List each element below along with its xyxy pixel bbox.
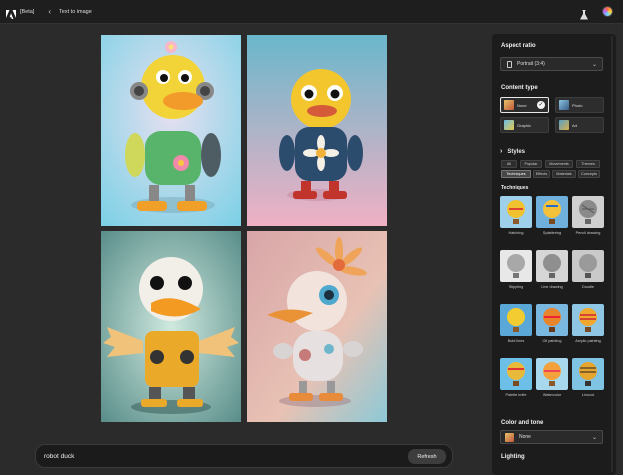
content-type-label: Photo — [572, 102, 583, 108]
generated-image-2[interactable] — [247, 35, 387, 226]
technique-thumbnail — [536, 196, 568, 228]
technique-palette-knife[interactable]: Palette knife — [500, 358, 532, 397]
style-chip-concepts[interactable]: Concepts — [578, 170, 600, 178]
technique-label: Pencil drawing — [575, 231, 601, 235]
panel-scrollbar[interactable] — [611, 36, 613, 472]
check-icon: ✓ — [537, 101, 545, 109]
technique-thumbnail — [572, 250, 604, 282]
technique-label: Oil painting — [542, 339, 562, 343]
technique-thumbnail — [500, 250, 532, 282]
art-thumbnail — [559, 120, 569, 130]
aspect-ratio-title: Aspect ratio — [501, 43, 536, 49]
technique-thumbnail — [500, 196, 532, 228]
back-icon[interactable]: ‹ — [48, 7, 51, 16]
technique-label: Watercolor — [542, 393, 562, 397]
techniques-title: Techniques — [501, 185, 529, 191]
content-type-label: None — [517, 102, 527, 108]
content-type-label: Graphic — [517, 122, 532, 128]
technique-thumbnail — [536, 250, 568, 282]
technique-linocut[interactable]: Linocut — [572, 358, 604, 397]
aspect-ratio-select[interactable]: Portrait (3:4) ⌄ — [500, 57, 603, 71]
content-type-label: Art — [572, 122, 578, 128]
technique-doodle[interactable]: Doodle — [572, 250, 604, 289]
technique-pencil-drawing[interactable]: Pencil drawing — [572, 196, 604, 235]
flask-icon[interactable] — [580, 7, 588, 19]
technique-thumbnail — [500, 358, 532, 390]
style-chip-themes[interactable]: Themes — [576, 160, 600, 168]
refresh-button[interactable]: Refresh — [408, 449, 446, 464]
prompt-input[interactable] — [44, 452, 384, 460]
styles-title: Styles — [507, 148, 526, 155]
technique-thumbnail — [536, 358, 568, 390]
graphic-thumbnail — [504, 120, 514, 130]
settings-panel: Aspect ratio Portrait (3:4) ⌄ Content ty… — [492, 34, 616, 475]
generated-image-3[interactable] — [101, 231, 241, 422]
technique-watercolor[interactable]: Watercolor — [536, 358, 568, 397]
technique-thumbnail — [536, 304, 568, 336]
style-chip-movements[interactable]: Movements — [545, 160, 573, 168]
color-tone-thumbnail — [505, 432, 514, 442]
chevron-down-icon: ⌄ — [591, 435, 597, 441]
technique-label: Hatching — [508, 231, 524, 235]
style-chip-all[interactable]: All — [501, 160, 517, 168]
generated-image-1[interactable] — [101, 35, 241, 226]
technique-label: Linocut — [581, 393, 595, 397]
technique-splattering[interactable]: Splattering — [536, 196, 568, 235]
technique-stippling[interactable]: Stippling — [500, 250, 532, 289]
content-type-none[interactable]: None ✓ — [500, 97, 549, 113]
technique-label: Bold lines — [507, 339, 525, 343]
style-chip-effects[interactable]: Effects — [533, 170, 550, 178]
style-chip-materials[interactable]: Materials — [552, 170, 576, 178]
technique-thumbnail — [500, 304, 532, 336]
technique-label: Acrylic painting — [575, 339, 601, 343]
color-tone-select[interactable]: None ⌄ — [500, 430, 603, 444]
technique-line-drawing[interactable]: Line drawing — [536, 250, 568, 289]
styles-toggle[interactable]: › Styles — [500, 148, 525, 155]
image-grid — [101, 35, 388, 422]
style-chip-popular[interactable]: Popular — [520, 160, 542, 168]
top-bar: [Beta] ‹ Text to image — [0, 0, 623, 24]
adobe-logo-icon[interactable] — [6, 7, 16, 19]
portrait-icon — [507, 60, 512, 68]
technique-label: Line drawing — [541, 285, 563, 289]
color-tone-value: None — [519, 434, 531, 440]
generated-image-4[interactable] — [247, 231, 387, 422]
photo-thumbnail — [559, 100, 569, 110]
technique-label: Doodle — [581, 285, 595, 289]
technique-label: Palette knife — [505, 393, 527, 397]
none-thumbnail — [504, 100, 514, 110]
lighting-title: Lighting — [501, 454, 525, 460]
technique-hatching[interactable]: Hatching — [500, 196, 532, 235]
content-type-photo[interactable]: Photo — [555, 97, 604, 113]
chevron-down-icon: ⌄ — [591, 62, 597, 68]
aspect-ratio-value: Portrait (3:4) — [517, 61, 545, 67]
brand-label: [Beta] — [20, 8, 35, 15]
technique-bold-lines[interactable]: Bold lines — [500, 304, 532, 343]
technique-label: Splattering — [542, 231, 562, 235]
page-title: Text to image — [59, 8, 92, 15]
technique-thumbnail — [572, 304, 604, 336]
content-type-title: Content type — [501, 85, 538, 91]
avatar[interactable] — [602, 6, 613, 17]
technique-thumbnail — [572, 196, 604, 228]
color-tone-title: Color and tone — [501, 420, 544, 426]
prompt-bar: Refresh — [35, 444, 453, 468]
content-type-art[interactable]: Art — [555, 117, 604, 133]
technique-oil-painting[interactable]: Oil painting — [536, 304, 568, 343]
technique-thumbnail — [572, 358, 604, 390]
chevron-right-icon: › — [500, 148, 503, 155]
content-type-graphic[interactable]: Graphic — [500, 117, 549, 133]
style-chip-techniques[interactable]: Techniques — [501, 170, 531, 178]
technique-acrylic-painting[interactable]: Acrylic painting — [572, 304, 604, 343]
technique-label: Stippling — [508, 285, 524, 289]
